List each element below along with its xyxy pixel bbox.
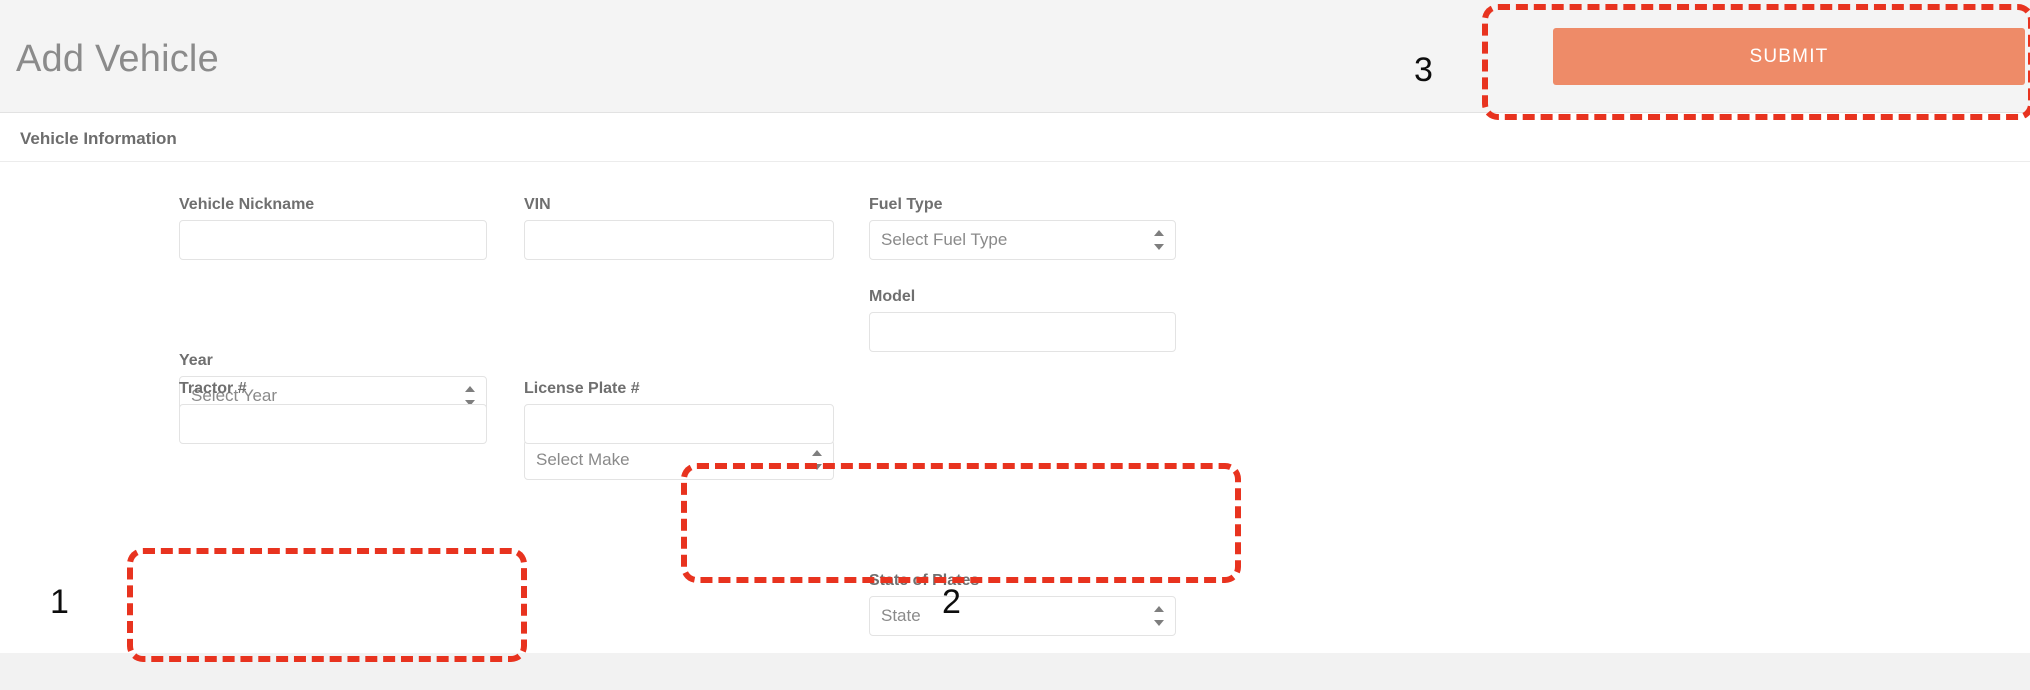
make-select[interactable]: Select Make (524, 440, 834, 480)
field-label-license-plate-number: License Plate # (524, 380, 640, 397)
field-tractor-number: Tractor # (179, 380, 487, 444)
add-vehicle-page: Add Vehicle SUBMIT Vehicle Information V… (0, 0, 2030, 690)
vin-input[interactable] (524, 220, 834, 260)
field-license-plate-number: License Plate # (524, 380, 834, 444)
license-plate-number-input[interactable] (524, 404, 834, 444)
field-label-state-of-plates: State of Plates (869, 572, 980, 589)
field-label-fuel-type: Fuel Type (869, 196, 943, 213)
field-label-model: Model (869, 288, 916, 305)
field-label-year: Year (179, 352, 213, 369)
field-label-tractor-number: Tractor # (179, 380, 247, 397)
field-label-vin: VIN (524, 196, 551, 213)
vehicle-information-card: Vehicle Information Vehicle Nickname VIN… (0, 113, 2030, 653)
vehicle-form: Vehicle Nickname VIN Fuel Type Select Fu… (0, 162, 2030, 653)
vehicle-nickname-input[interactable] (179, 220, 487, 260)
field-fuel-type: Fuel Type Select Fuel Type (869, 196, 1176, 260)
section-title: Vehicle Information (20, 129, 177, 148)
submit-button[interactable]: SUBMIT (1553, 28, 2025, 85)
state-of-plates-select[interactable]: State (869, 596, 1176, 636)
tractor-number-input[interactable] (179, 404, 487, 444)
field-model: Model (869, 288, 1176, 352)
field-label-vehicle-nickname: Vehicle Nickname (179, 196, 315, 213)
page-header: Add Vehicle SUBMIT (0, 0, 2030, 113)
page-footer (0, 653, 2030, 690)
page-title: Add Vehicle (16, 38, 219, 80)
section-header: Vehicle Information (0, 113, 2030, 162)
field-vehicle-nickname: Vehicle Nickname (179, 196, 487, 260)
fuel-type-select[interactable]: Select Fuel Type (869, 220, 1176, 260)
field-vin: VIN (524, 196, 834, 260)
field-state-of-plates: State of Plates State (869, 572, 1176, 636)
model-input[interactable] (869, 312, 1176, 352)
